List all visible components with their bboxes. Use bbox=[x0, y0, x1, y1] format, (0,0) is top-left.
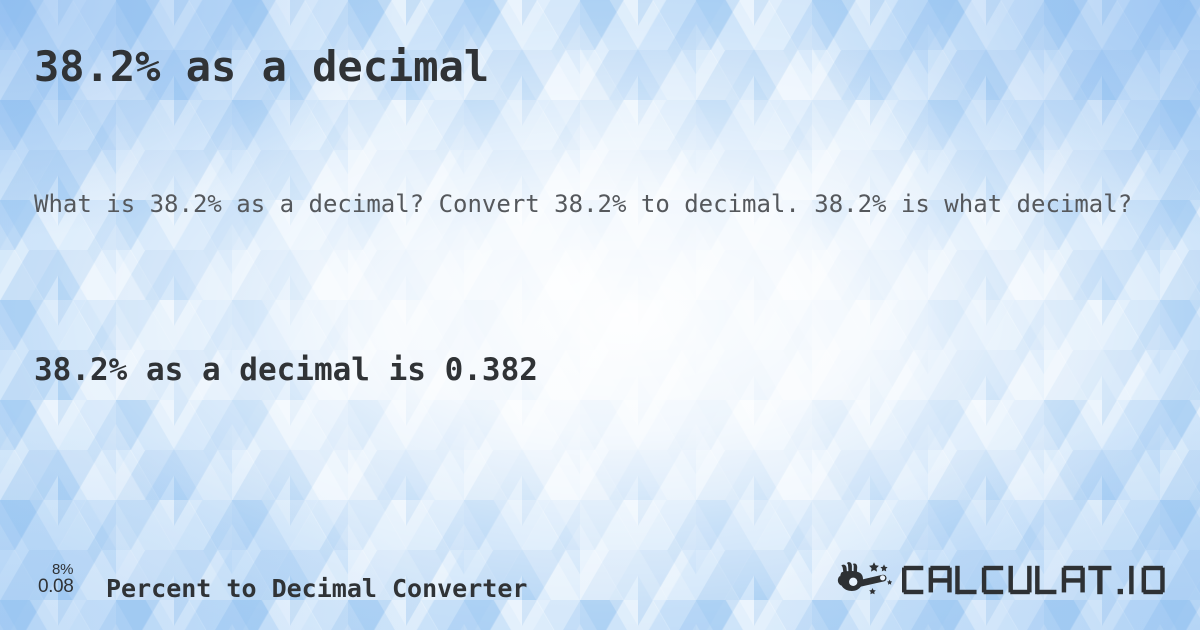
content-area: 38.2% as a decimal What is 38.2% as a de… bbox=[0, 0, 1200, 630]
converter-name-label: Percent to Decimal Converter bbox=[106, 574, 528, 603]
site-logo[interactable] bbox=[836, 556, 1170, 604]
footer-brand-group: 8% 0.08 Percent to Decimal Converter bbox=[34, 554, 527, 606]
percent-icon-bottom-label: 0.08 bbox=[38, 576, 74, 597]
answer-statement: 38.2% as a decimal is 0.382 bbox=[34, 352, 538, 388]
page-description: What is 38.2% as a decimal? Convert 38.2… bbox=[34, 190, 1133, 218]
page-title: 38.2% as a decimal bbox=[34, 42, 490, 91]
og-image-canvas: 38.2% as a decimal What is 38.2% as a de… bbox=[0, 0, 1200, 630]
footer: 8% 0.08 Percent to Decimal Converter bbox=[0, 554, 1200, 606]
percent-to-decimal-icon: 8% 0.08 bbox=[34, 558, 96, 606]
logo-wordmark bbox=[902, 558, 1170, 602]
hand-magic-wand-icon bbox=[837, 562, 893, 595]
